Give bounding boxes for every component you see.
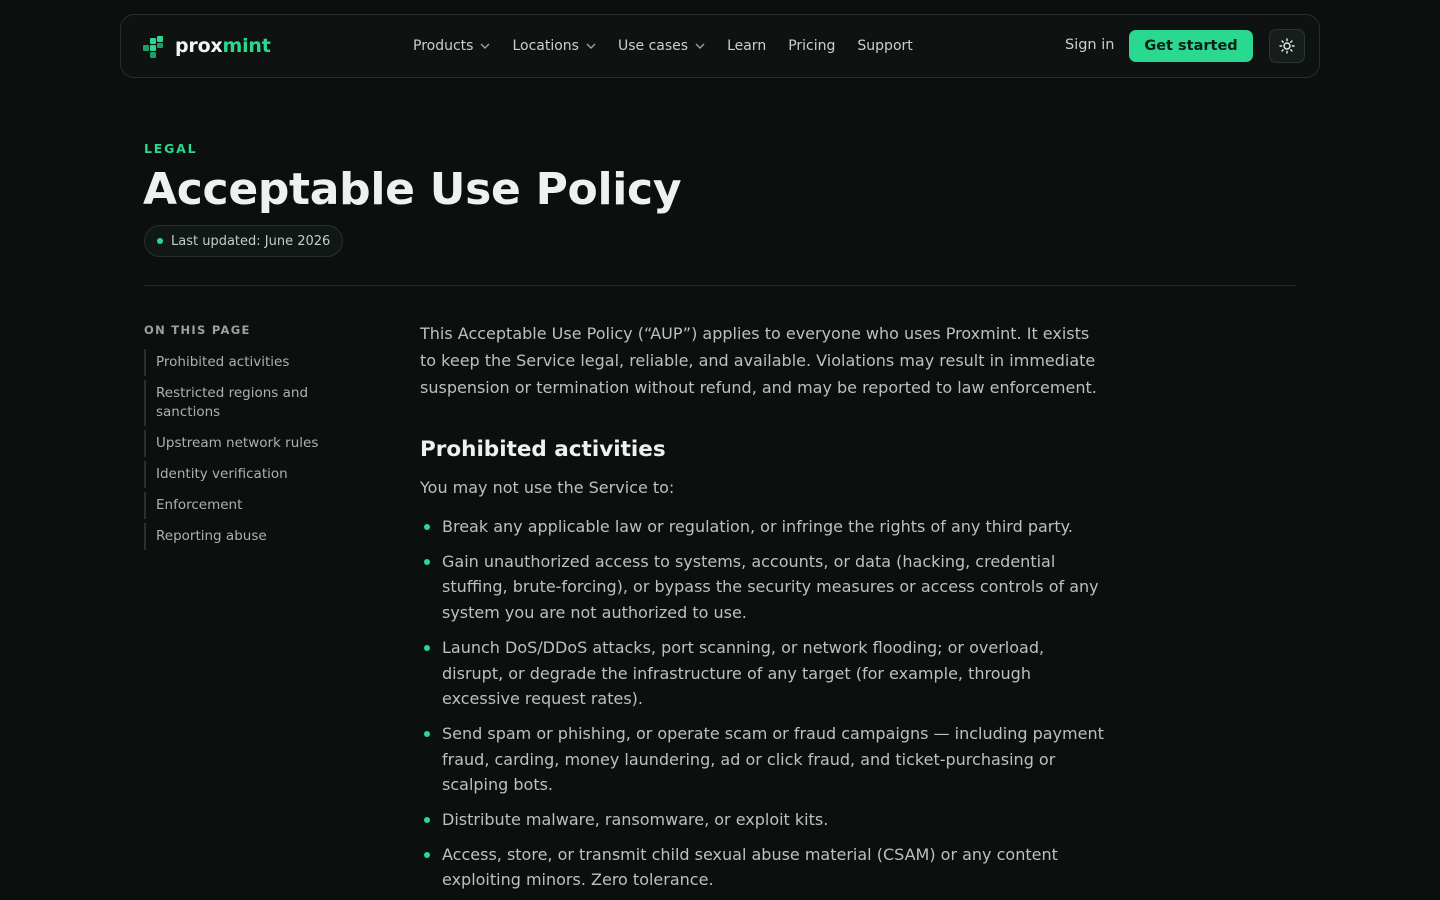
brand-name-part1: prox xyxy=(175,35,223,57)
list-item: Access, store, or transmit child sexual … xyxy=(420,842,1110,893)
list-item: Break any applicable law or regulation, … xyxy=(420,514,1110,540)
list-item-text: Distribute malware, ransomware, or explo… xyxy=(442,810,829,830)
primary-nav: Products Locations Use cases Learn Prici… xyxy=(413,15,935,77)
nav-use-cases[interactable]: Use cases xyxy=(618,38,705,54)
list-item: Gain unauthorized access to systems, acc… xyxy=(420,549,1110,626)
list-item-text: Gain unauthorized access to systems, acc… xyxy=(442,551,1099,623)
bullet-icon xyxy=(424,558,430,565)
section-lead: You may not use the Service to: xyxy=(420,478,675,497)
toc-item-restricted-regions[interactable]: Restricted regions and sanctions xyxy=(144,380,364,426)
list-item-text: Break any applicable law or regulation, … xyxy=(442,517,1073,536)
page-eyebrow: LEGAL xyxy=(144,141,198,156)
brand-name-part2: mint xyxy=(222,35,271,57)
nav-support[interactable]: Support xyxy=(857,38,912,54)
bullet-icon xyxy=(424,817,430,824)
chevron-down-icon xyxy=(480,43,490,49)
toc-item-upstream-network-rules[interactable]: Upstream network rules xyxy=(144,430,364,457)
bullet-icon xyxy=(424,851,430,858)
page-title: Acceptable Use Policy xyxy=(143,164,682,215)
nav-support-label: Support xyxy=(857,38,913,54)
nav-locations-label: Locations xyxy=(512,38,579,54)
list-item: Distribute malware, ransomware, or explo… xyxy=(420,807,1110,833)
list-item-text: Launch DoS/DDoS attacks, port scanning, … xyxy=(442,637,1045,709)
chevron-down-icon xyxy=(586,43,596,49)
chevron-down-icon xyxy=(695,43,705,49)
policy-content: This Acceptable Use Policy (“AUP”) appli… xyxy=(420,320,1110,900)
sun-icon xyxy=(1279,38,1295,54)
theme-toggle-button[interactable] xyxy=(1269,29,1305,63)
nav-pricing[interactable]: Pricing xyxy=(788,38,835,54)
nav-products[interactable]: Products xyxy=(413,38,490,54)
nav-pricing-label: Pricing xyxy=(788,38,836,54)
prohibited-list: Break any applicable law or regulation, … xyxy=(420,514,1110,893)
get-started-button[interactable]: Get started xyxy=(1129,30,1253,62)
toc-item-enforcement[interactable]: Enforcement xyxy=(144,492,364,519)
nav-use-cases-label: Use cases xyxy=(617,38,689,54)
nav-products-label: Products xyxy=(413,38,474,54)
last-updated-text: Last updated: June 2026 xyxy=(171,233,331,249)
toc-item-reporting-abuse[interactable]: Reporting abuse xyxy=(144,523,364,550)
nav-learn-label: Learn xyxy=(727,38,767,54)
sign-in-link[interactable]: Sign in xyxy=(1065,37,1114,53)
list-item: Send spam or phishing, or operate scam o… xyxy=(420,721,1110,798)
toc-item-identity-verification[interactable]: Identity verification xyxy=(144,461,364,488)
nav-locations[interactable]: Locations xyxy=(512,38,596,54)
brand-logo-link[interactable]: proxmint xyxy=(141,33,271,59)
toc-item-prohibited-activities[interactable]: Prohibited activities xyxy=(144,349,364,376)
intro-paragraph: This Acceptable Use Policy (“AUP”) appli… xyxy=(420,324,1097,397)
proxmint-logo-icon xyxy=(143,36,163,58)
last-updated-badge: Last updated: June 2026 xyxy=(144,225,344,257)
table-of-contents: Prohibited activities Restricted regions… xyxy=(144,349,364,554)
top-navbar: proxmint Products Locations Use cases Le… xyxy=(120,14,1320,78)
list-item-text: Send spam or phishing, or operate scam o… xyxy=(442,723,1104,795)
nav-learn[interactable]: Learn xyxy=(727,38,766,54)
list-item-text: Access, store, or transmit child sexual … xyxy=(442,844,1058,890)
bullet-icon xyxy=(424,730,430,737)
section-heading-prohibited-activities: Prohibited activities xyxy=(420,437,666,462)
bullet-icon xyxy=(424,524,430,530)
header-divider xyxy=(144,285,1296,286)
status-dot-icon xyxy=(157,238,163,244)
list-item: Launch DoS/DDoS attacks, port scanning, … xyxy=(420,635,1110,712)
brand-name: proxmint xyxy=(175,35,271,57)
bullet-icon xyxy=(424,644,430,651)
toc-title: ON THIS PAGE xyxy=(144,323,251,337)
